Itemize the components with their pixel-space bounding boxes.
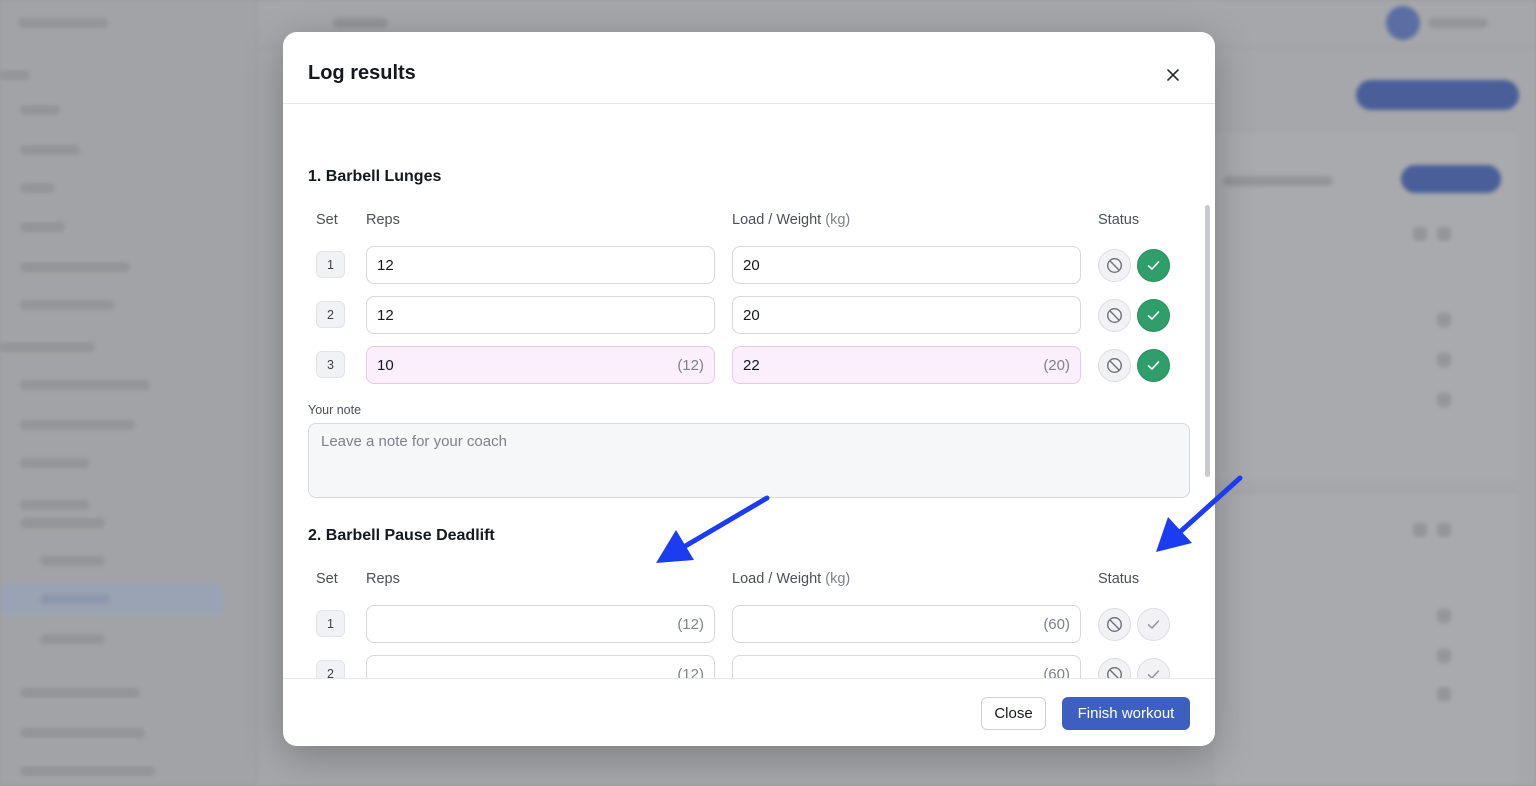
check-icon[interactable]	[1137, 349, 1170, 382]
modal-footer: Close Finish workout	[283, 678, 1215, 746]
unit-label: (kg)	[825, 212, 851, 228]
modal-body[interactable]: 1. Barbell Lunges Set Reps Load / Weight…	[283, 105, 1215, 678]
set-number-badge: 2	[316, 660, 345, 678]
target-load-hint: (60)	[1043, 665, 1070, 679]
target-reps-hint: (12)	[677, 356, 704, 374]
target-reps-hint: (12)	[677, 665, 704, 679]
note-label: Your note	[308, 403, 362, 417]
column-header-load: Load / Weight (kg)	[732, 212, 851, 228]
background-sidebar	[0, 0, 258, 786]
reps-input[interactable]: 10 (12)	[366, 346, 715, 384]
load-input[interactable]: (60)	[732, 655, 1081, 678]
coach-note-textarea[interactable]: Leave a note for your coach	[308, 423, 1190, 498]
finish-workout-button[interactable]: Finish workout	[1062, 697, 1190, 730]
column-header-status: Status	[1098, 571, 1140, 587]
column-header-reps: Reps	[366, 571, 400, 587]
target-reps-hint: (12)	[677, 615, 704, 633]
set-number-badge: 3	[316, 351, 345, 378]
load-input[interactable]: (60)	[732, 605, 1081, 643]
close-button[interactable]: Close	[981, 697, 1046, 730]
column-header-set: Set	[316, 212, 338, 228]
modal-title: Log results	[308, 62, 416, 84]
check-icon[interactable]	[1137, 249, 1170, 282]
set-number-badge: 1	[316, 251, 345, 278]
ban-icon[interactable]	[1098, 658, 1131, 678]
set-number-badge: 2	[316, 301, 345, 328]
unit-label: (kg)	[825, 571, 851, 587]
load-input[interactable]: 22 (20)	[732, 346, 1081, 384]
ban-icon[interactable]	[1098, 608, 1131, 641]
column-header-load: Load / Weight (kg)	[732, 571, 851, 587]
load-input[interactable]: 20	[732, 246, 1081, 284]
log-results-modal: Log results 1. Barbell Lunges Set Reps L…	[283, 32, 1215, 746]
exercise-title: 2. Barbell Pause Deadlift	[308, 527, 495, 544]
target-load-hint: (60)	[1043, 615, 1070, 633]
close-icon[interactable]	[1162, 64, 1184, 86]
reps-input[interactable]: (12)	[366, 655, 715, 678]
check-icon[interactable]	[1137, 658, 1170, 678]
check-icon[interactable]	[1137, 608, 1170, 641]
column-header-reps: Reps	[366, 212, 400, 228]
reps-input[interactable]: 12	[366, 296, 715, 334]
ban-icon[interactable]	[1098, 349, 1131, 382]
check-icon[interactable]	[1137, 299, 1170, 332]
modal-header: Log results	[283, 32, 1215, 104]
modal-scrollbar[interactable]	[1205, 205, 1210, 477]
load-input[interactable]: 20	[732, 296, 1081, 334]
column-header-set: Set	[316, 571, 338, 587]
reps-input[interactable]: (12)	[366, 605, 715, 643]
reps-input[interactable]: 12	[366, 246, 715, 284]
target-load-hint: (20)	[1043, 356, 1070, 374]
exercise-title: 1. Barbell Lunges	[308, 168, 442, 185]
column-header-status: Status	[1098, 212, 1140, 228]
ban-icon[interactable]	[1098, 249, 1131, 282]
set-number-badge: 1	[316, 610, 345, 637]
ban-icon[interactable]	[1098, 299, 1131, 332]
